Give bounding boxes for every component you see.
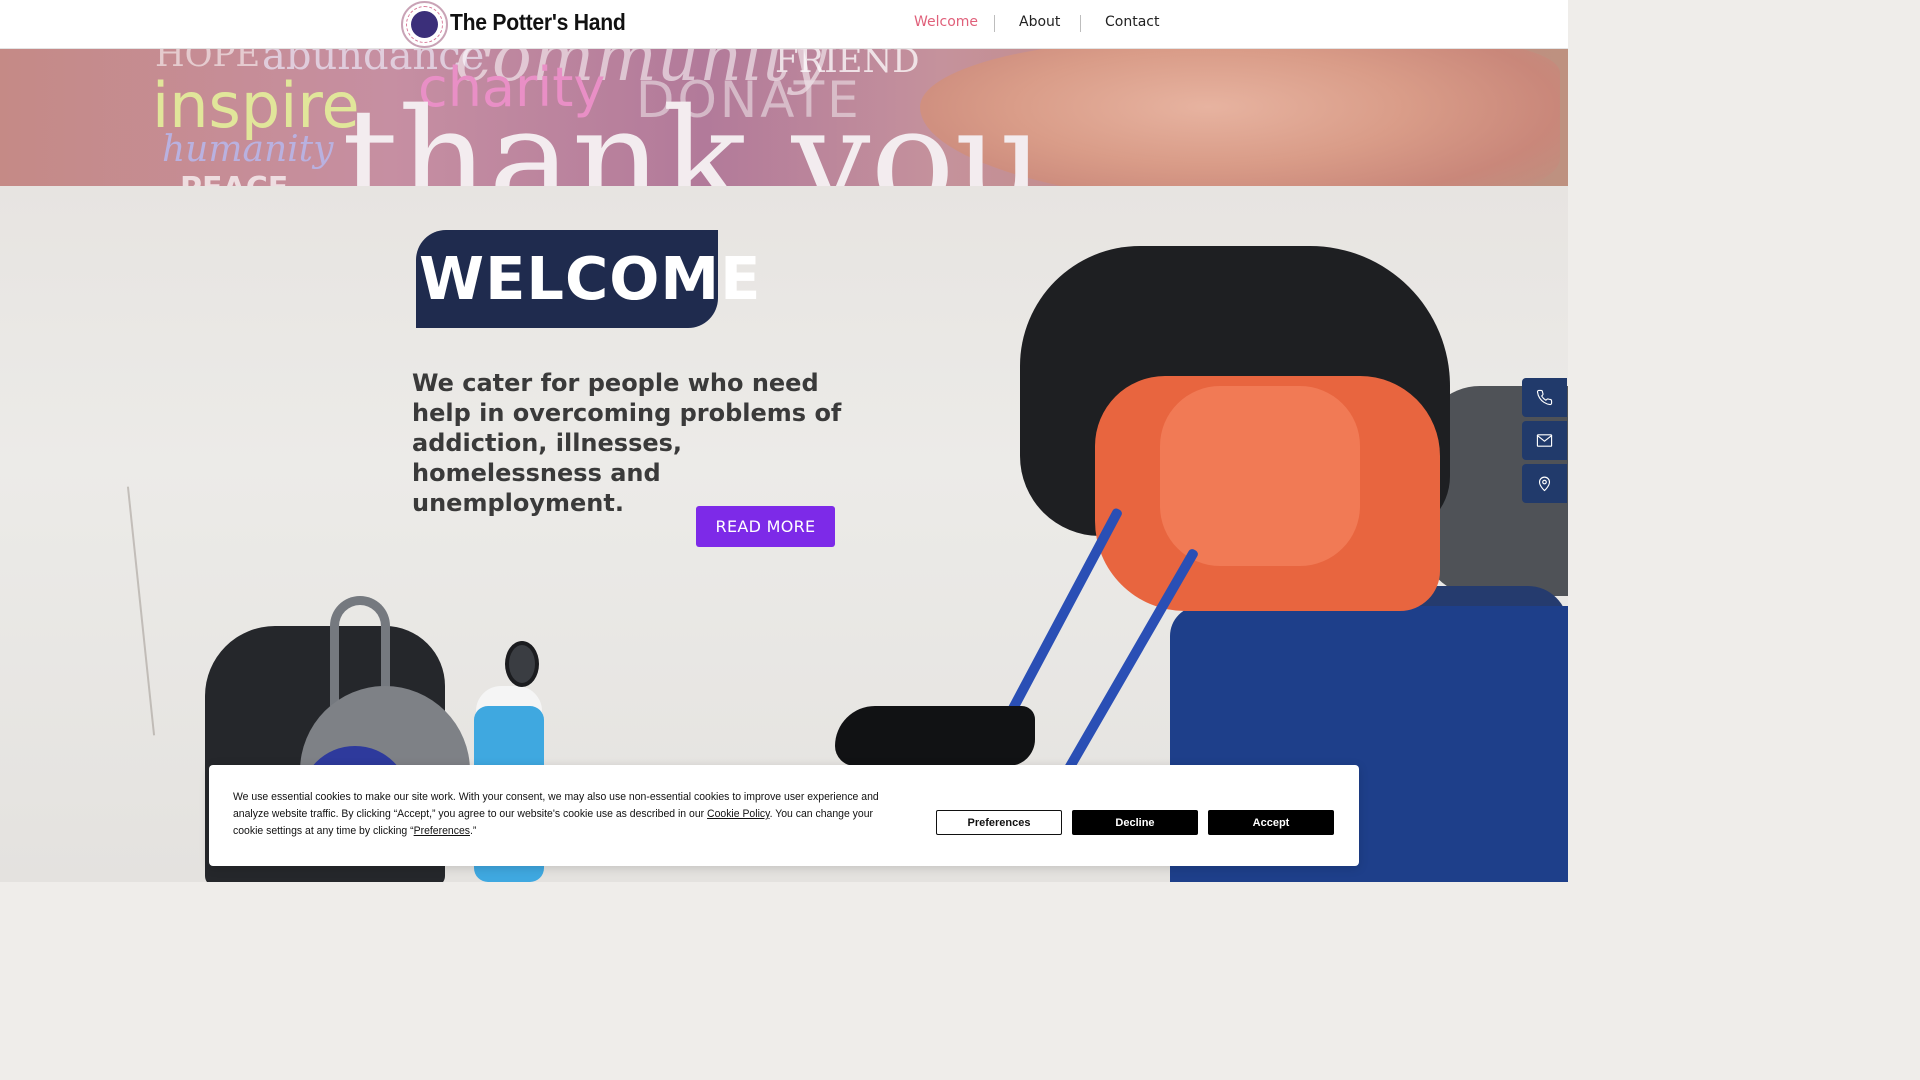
hero-tagline: We cater for people who need help in ove… [412,369,842,517]
cookie-banner: We use essential cookies to make our sit… [209,765,1359,866]
site-header: The Potter's Hand Welcome About Contact [0,0,1568,49]
read-more-button[interactable]: READ MORE [696,506,835,547]
hero-photo-mirror [505,641,539,687]
banner-word: PEACE [180,171,288,186]
cookie-accept-button[interactable]: Accept [1208,810,1334,835]
banner-word: humanity [162,129,334,170]
banner-word: thank you [342,79,1045,186]
email-button[interactable] [1522,421,1567,460]
cookie-text-part: .” [469,825,477,837]
logo[interactable] [401,1,448,48]
wall-crack [126,486,156,736]
phone-button[interactable] [1522,378,1567,417]
hero-photo-orange-bag [1160,386,1360,566]
cookie-policy-link[interactable]: Cookie Policy [707,808,770,820]
cookie-decline-button[interactable]: Decline [1072,810,1198,835]
logo-emblem [411,11,438,38]
header-banner-image: HOPE abundance community FRIEND inspire … [0,49,1568,186]
nav-contact[interactable]: Contact [1105,14,1159,30]
hero-photo-bike-seat [835,706,1035,766]
nav-divider [994,15,995,32]
welcome-heading: WELCOME [419,244,762,313]
phone-icon [1536,389,1553,406]
nav-about[interactable]: About [1019,14,1060,30]
cookie-message: We use essential cookies to make our sit… [233,789,889,840]
nav-divider [1080,15,1081,32]
cookie-preferences-button[interactable]: Preferences [936,810,1062,835]
brand-name[interactable]: The Potter's Hand [450,9,626,36]
nav-welcome[interactable]: Welcome [914,14,978,30]
location-button[interactable] [1522,464,1567,503]
preferences-link[interactable]: Preferences [414,825,470,837]
location-pin-icon [1538,476,1551,492]
mail-icon [1536,434,1553,447]
